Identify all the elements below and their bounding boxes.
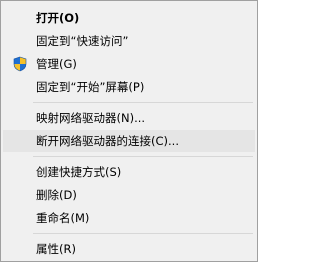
menu-item-pin-start[interactable]: 固定到“开始”屏幕(P) [3, 76, 255, 98]
menu-item-manage[interactable]: 管理(G) [3, 53, 255, 75]
menu-item-label: 打开(O) [36, 11, 80, 25]
menu-item-label: 固定到“开始”屏幕(P) [36, 80, 145, 94]
menu-separator [33, 233, 253, 234]
menu-item-label: 映射网络驱动器(N)... [36, 111, 146, 125]
menu-item-label: 管理(G) [36, 57, 77, 71]
menu-item-label: 重命名(M) [36, 211, 90, 225]
menu-item-disconnect-network-drive[interactable]: 断开网络驱动器的连接(C)... [3, 130, 255, 152]
menu-item-rename[interactable]: 重命名(M) [3, 207, 255, 229]
menu-item-create-shortcut[interactable]: 创建快捷方式(S) [3, 161, 255, 183]
menu-item-label: 删除(D) [36, 188, 77, 202]
menu-item-label: 固定到“快速访问” [36, 34, 129, 48]
menu-item-delete[interactable]: 删除(D) [3, 184, 255, 206]
context-menu: 打开(O) 固定到“快速访问” 管理(G) 固定到“开始”屏幕(P) 映射网络驱… [0, 0, 258, 262]
shield-icon [12, 56, 28, 72]
menu-item-label: 创建快捷方式(S) [36, 165, 122, 179]
menu-item-properties[interactable]: 属性(R) [3, 238, 255, 260]
menu-item-open[interactable]: 打开(O) [3, 7, 255, 29]
menu-item-label: 断开网络驱动器的连接(C)... [36, 134, 179, 148]
menu-item-map-network-drive[interactable]: 映射网络驱动器(N)... [3, 107, 255, 129]
menu-separator [33, 156, 253, 157]
menu-item-pin-quick-access[interactable]: 固定到“快速访问” [3, 30, 255, 52]
menu-item-label: 属性(R) [36, 242, 76, 256]
menu-separator [33, 102, 253, 103]
